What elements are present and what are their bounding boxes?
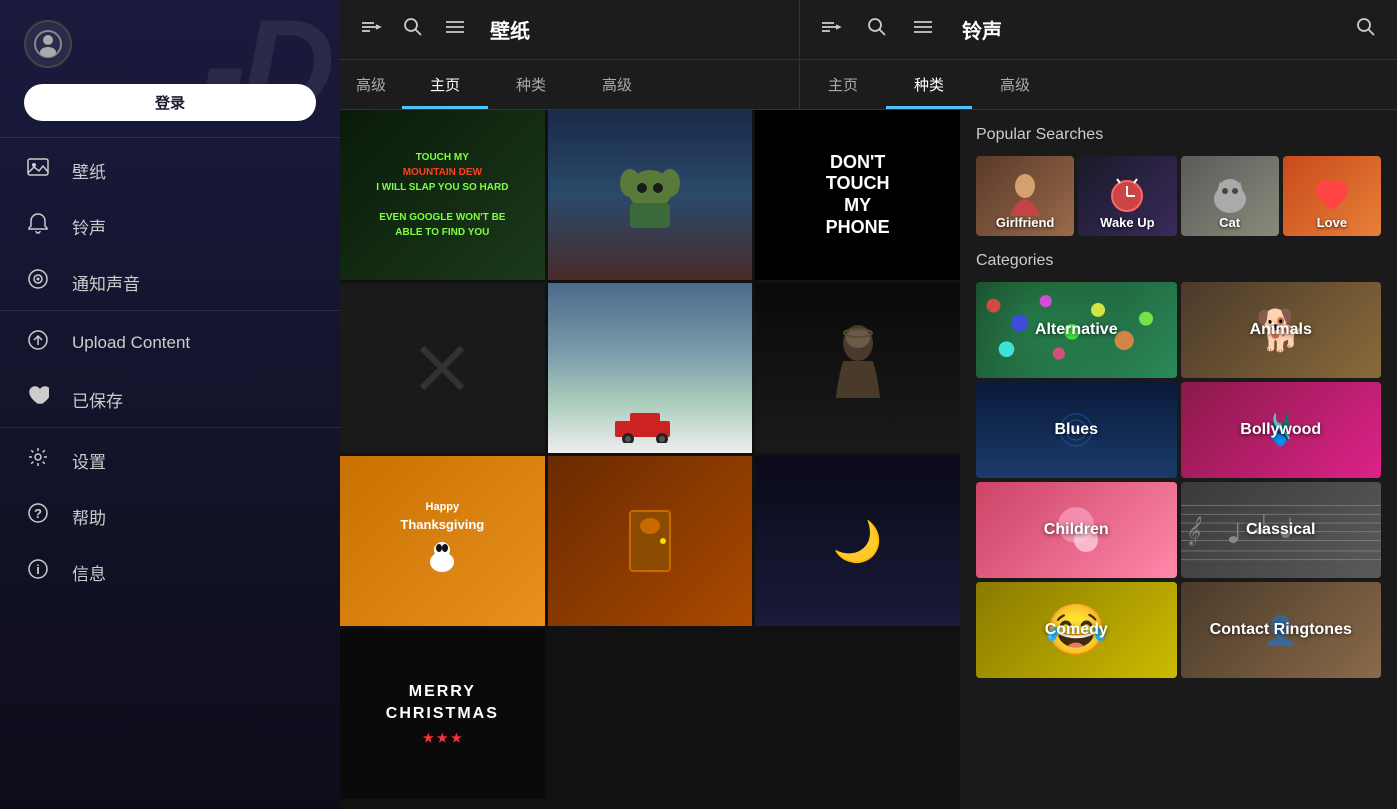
tab-wallpaper-home[interactable]: 主页 — [402, 60, 488, 109]
wallpaper-icon — [24, 156, 52, 184]
topbar-ringtone: 铃声 — [800, 0, 1397, 59]
content-area: TOUCH MY MOUNTAIN DEW I WILL SLAP YOU SO… — [340, 110, 1397, 809]
sidebar-item-help[interactable]: ? 帮助 — [0, 488, 340, 544]
search-icon-ringtone-right[interactable] — [1351, 12, 1381, 48]
category-label-animals: Animals — [1250, 321, 1312, 339]
sidebar: -D 登录 壁纸 铃声 通知声音 — [0, 0, 340, 809]
search-item-label-girlfriend: Girlfriend — [976, 215, 1074, 230]
dont-touch-text: DON'TTOUCHMYPHONE — [826, 152, 890, 238]
wallpaper-cell-merry-xmas[interactable]: MERRY CHRISTMAS ★ ★ ★ — [340, 629, 545, 799]
menu-icon-ringtone[interactable] — [908, 12, 938, 48]
category-item-bollywood[interactable]: 🩱 Bollywood — [1181, 382, 1382, 478]
wallpaper-cell-touch-dew[interactable]: TOUCH MY MOUNTAIN DEW I WILL SLAP YOU SO… — [340, 110, 545, 280]
sidebar-item-label-notification: 通知声音 — [72, 270, 140, 295]
sidebar-item-notification[interactable]: 通知声音 — [0, 254, 340, 310]
sidebar-item-label-wallpaper: 壁纸 — [72, 158, 106, 183]
category-item-classical[interactable]: 𝄞 Classical — [1181, 482, 1382, 578]
navtabs-ringtone: 主页 种类 高级 — [800, 60, 1397, 109]
settings-icon — [24, 446, 52, 474]
tab-ringtone-home[interactable]: 主页 — [800, 60, 886, 109]
sidebar-divider-2 — [0, 310, 340, 311]
search-item-label-wakeup: Wake Up — [1078, 215, 1176, 230]
navtabs-wallpaper: 高级 主页 种类 高级 — [340, 60, 800, 109]
category-label-blues: Blues — [1054, 421, 1098, 439]
category-label-alternative: Alternative — [1035, 321, 1118, 339]
wallpaper-cell-baby-yoda[interactable] — [548, 110, 753, 280]
search-icon-ringtone[interactable] — [862, 12, 892, 48]
sidebar-logo-area: -D — [0, 0, 340, 84]
tab-wallpaper-advanced[interactable]: 高级 — [574, 60, 660, 109]
tab-ringtone-categories[interactable]: 种类 — [886, 60, 972, 109]
sidebar-item-ringtone[interactable]: 铃声 — [0, 198, 340, 254]
sidebar-item-info[interactable]: i 信息 — [0, 544, 340, 600]
category-label-children: Children — [1044, 521, 1109, 539]
tab-wallpaper-categories[interactable]: 种类 — [488, 60, 574, 109]
category-label-comedy: Comedy — [1045, 621, 1108, 639]
sidebar-item-label-help: 帮助 — [72, 504, 106, 529]
wallpaper-grid: TOUCH MY MOUNTAIN DEW I WILL SLAP YOU SO… — [340, 110, 960, 809]
search-grid: Girlfriend Wake Up — [976, 156, 1381, 236]
category-label-bollywood: Bollywood — [1240, 421, 1321, 439]
sidebar-item-label-settings: 设置 — [72, 448, 106, 473]
search-item-cat[interactable]: Cat — [1181, 156, 1279, 236]
sidebar-item-upload[interactable]: Upload Content — [0, 315, 340, 371]
tab-ringtone-advanced[interactable]: 高级 — [972, 60, 1058, 109]
svg-text:𝄞: 𝄞 — [1185, 517, 1201, 547]
categories-grid: Alternative 🐕 Animals — [976, 282, 1381, 678]
navtabs: 高级 主页 种类 高级 主页 种类 高级 — [340, 60, 1397, 110]
categories-title: Categories — [976, 252, 1381, 270]
topbar-wallpaper: 壁纸 — [340, 0, 800, 59]
category-item-blues[interactable]: Blues — [976, 382, 1177, 478]
menu-icon-wallpaper[interactable] — [440, 12, 470, 48]
wallpaper-cell-snoopy[interactable]: Happy Thanksgiving — [340, 456, 545, 626]
notification-icon — [24, 268, 52, 296]
ringtone-title: 铃声 — [962, 15, 1002, 44]
sidebar-item-label-saved: 已保存 — [72, 387, 123, 412]
popular-searches-title: Popular Searches — [976, 126, 1381, 144]
info-icon: i — [24, 558, 52, 586]
search-item-girlfriend[interactable]: Girlfriend — [976, 156, 1074, 236]
heart-icon — [24, 385, 52, 413]
category-item-animals[interactable]: 🐕 Animals — [1181, 282, 1382, 378]
sidebar-bg-logo: -D — [203, 0, 330, 130]
wallpaper-cell-snow[interactable] — [548, 283, 753, 453]
sidebar-item-label-info: 信息 — [72, 560, 106, 585]
wallpaper-title: 壁纸 — [490, 15, 530, 44]
sidebar-item-wallpaper[interactable]: 壁纸 — [0, 142, 340, 198]
sidebar-divider-3 — [0, 427, 340, 428]
wallpaper-cell-door[interactable] — [548, 456, 753, 626]
sort-icon[interactable] — [356, 12, 386, 48]
sidebar-item-label-ringtone: 铃声 — [72, 214, 106, 239]
help-icon: ? — [24, 502, 52, 530]
avatar — [24, 20, 72, 68]
search-icon-wallpaper[interactable] — [398, 12, 428, 48]
search-item-love[interactable]: Love — [1283, 156, 1381, 236]
category-label-classical: Classical — [1246, 521, 1315, 539]
svg-text:?: ? — [34, 506, 42, 521]
tab-wallpaper-extra[interactable]: 高级 — [340, 60, 402, 109]
search-item-label-love: Love — [1283, 215, 1381, 230]
category-item-comedy[interactable]: 😂 Comedy — [976, 582, 1177, 678]
sidebar-item-settings[interactable]: 设置 — [0, 432, 340, 488]
category-label-contact-ringtones: Contact Ringtones — [1210, 621, 1352, 639]
touch-dew-text: TOUCH MY MOUNTAIN DEW I WILL SLAP YOU SO… — [376, 150, 508, 240]
wallpaper-cell-jesus[interactable] — [755, 283, 960, 453]
main-content: 壁纸 — [340, 0, 1397, 809]
sort-icon-ringtone[interactable] — [816, 12, 846, 48]
search-item-wakeup[interactable]: Wake Up — [1078, 156, 1176, 236]
svg-text:i: i — [36, 562, 40, 577]
ringtone-panel: Popular Searches Girlfriend — [960, 110, 1397, 809]
sidebar-item-saved[interactable]: 已保存 — [0, 371, 340, 427]
wallpaper-cell-xmark1[interactable] — [340, 283, 545, 453]
upload-icon — [24, 329, 52, 357]
category-item-alternative[interactable]: Alternative — [976, 282, 1177, 378]
ringtone-icon — [24, 212, 52, 240]
wallpaper-cell-dont-touch[interactable]: DON'TTOUCHMYPHONE — [755, 110, 960, 280]
sidebar-item-label-upload: Upload Content — [72, 333, 190, 353]
category-item-contact-ringtones[interactable]: 👤 Contact Ringtones — [1181, 582, 1382, 678]
topbar: 壁纸 — [340, 0, 1397, 60]
wallpaper-cell-moon[interactable]: 🌙 — [755, 456, 960, 626]
category-item-children[interactable]: Children — [976, 482, 1177, 578]
search-item-label-cat: Cat — [1181, 215, 1279, 230]
